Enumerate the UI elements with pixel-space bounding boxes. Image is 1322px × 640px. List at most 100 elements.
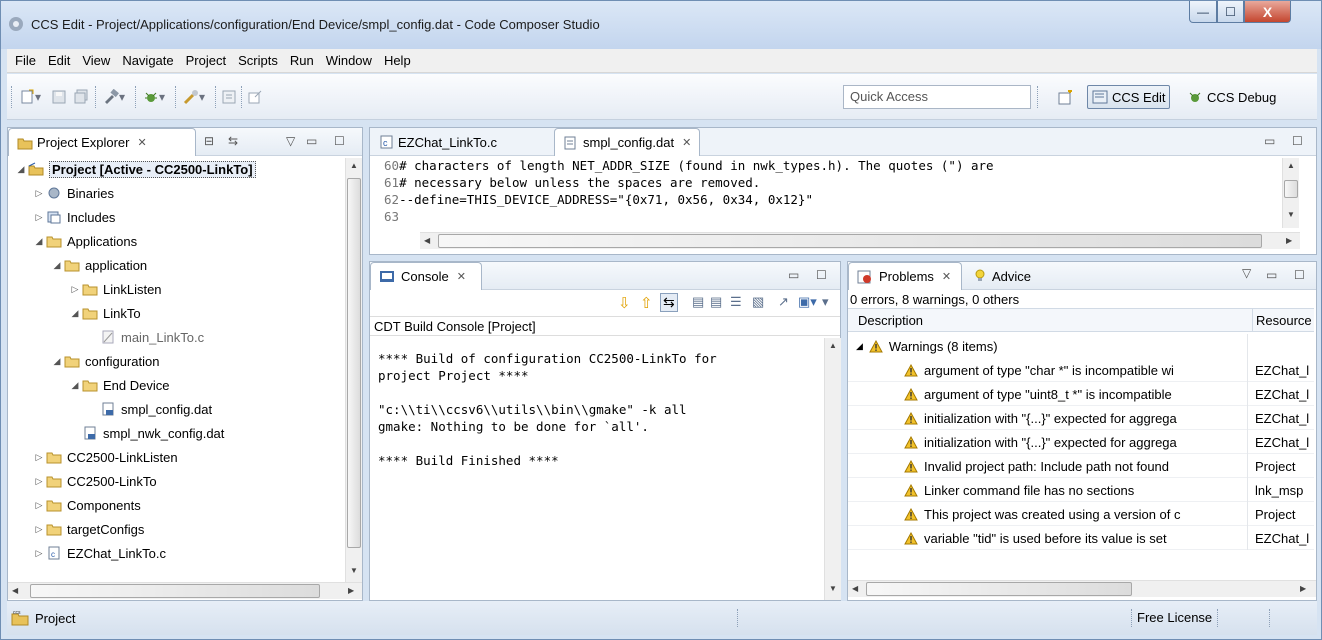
editor-horizontal-scrollbar[interactable]: ◀ ▶ <box>420 232 1300 249</box>
open-perspective-button[interactable] <box>1057 89 1073 107</box>
next-output-icon[interactable]: ⇩ <box>618 294 631 312</box>
scroll-right-icon[interactable]: ▶ <box>1300 584 1306 593</box>
collapsed-arrow-icon[interactable]: ▷ <box>32 500 46 511</box>
maximize-button[interactable]: ☐ <box>1217 1 1244 23</box>
expanded-arrow-icon[interactable]: ◢ <box>50 356 64 367</box>
problems-horizontal-scrollbar[interactable]: ◀ ▶ <box>848 580 1316 597</box>
scroll-right-icon[interactable]: ▶ <box>348 586 354 595</box>
maximize-view-icon[interactable]: ☐ <box>1292 134 1303 148</box>
console-output[interactable]: **** Build of configuration CC2500-LinkT… <box>378 350 717 469</box>
tree-item[interactable]: ◢ End Device <box>68 374 170 396</box>
tab-problems[interactable]: Problems ✕ <box>848 262 962 290</box>
scroll-thumb[interactable] <box>347 178 361 548</box>
maximize-view-icon[interactable]: ☐ <box>334 134 345 148</box>
code-line[interactable]: 61# necessary below unless the spaces ar… <box>384 175 760 190</box>
new-console-icon[interactable]: ▾ <box>822 294 829 310</box>
menu-help[interactable]: Help <box>378 53 417 68</box>
tree-item[interactable]: ◢ LinkTo <box>68 302 141 324</box>
menu-window[interactable]: Window <box>320 53 378 68</box>
tab-console[interactable]: Console ✕ <box>370 262 482 290</box>
tree-item[interactable]: ▷ LinkListen <box>68 278 162 300</box>
warnings-group-row[interactable]: ◢ Warnings (8 items) <box>848 334 1314 358</box>
scroll-up-icon[interactable]: ▲ <box>1287 161 1295 170</box>
menu-view[interactable]: View <box>76 53 116 68</box>
clear-console-icon[interactable]: ▧ <box>752 294 764 310</box>
open-build-log-icon[interactable]: ▤ <box>710 294 722 310</box>
perspective-ccs-debug[interactable]: CCS Debug <box>1187 85 1276 109</box>
close-tab-icon[interactable]: ✕ <box>137 136 146 149</box>
problem-row[interactable]: Linker command file has no sections lnk_m… <box>848 478 1314 502</box>
menu-navigate[interactable]: Navigate <box>116 53 179 68</box>
tree-item[interactable]: smpl_config.dat <box>86 398 212 420</box>
code-line[interactable]: 62--define=THIS_DEVICE_ADDRESS="{0x71, 0… <box>384 192 813 207</box>
display-console-icon[interactable]: ▣▾ <box>798 294 817 310</box>
minimize-view-icon[interactable]: ▭ <box>788 268 799 282</box>
view-menu-icon[interactable]: ▽ <box>1242 266 1251 280</box>
menu-edit[interactable]: Edit <box>42 53 76 68</box>
expanded-arrow-icon[interactable]: ◢ <box>32 236 46 247</box>
scroll-lock-icon[interactable]: ⇆ <box>660 293 678 312</box>
scroll-thumb[interactable] <box>1284 180 1298 198</box>
console-vertical-scrollbar[interactable]: ▲ ▼ <box>824 338 841 600</box>
minimize-button[interactable]: — <box>1189 1 1217 23</box>
scroll-up-icon[interactable]: ▲ <box>350 161 358 170</box>
explorer-vertical-scrollbar[interactable]: ▲ ▼ <box>345 158 362 582</box>
collapsed-arrow-icon[interactable]: ▷ <box>32 524 46 535</box>
problem-row[interactable]: This project was created using a version… <box>848 502 1314 526</box>
external-button[interactable] <box>247 88 263 106</box>
save-button[interactable] <box>51 88 67 106</box>
tree-item[interactable]: ▷ c EZChat_LinkTo.c <box>32 542 166 564</box>
scroll-left-icon[interactable]: ◀ <box>852 584 858 593</box>
problem-row[interactable]: argument of type "char *" is incompatibl… <box>848 358 1314 382</box>
tree-item[interactable]: ◢ application <box>50 254 148 276</box>
scroll-down-icon[interactable]: ▼ <box>829 584 837 593</box>
copy-build-log-icon[interactable]: ▤ <box>692 294 704 310</box>
column-description[interactable]: Description <box>858 313 923 328</box>
close-tab-icon[interactable]: ✕ <box>682 136 691 149</box>
problem-row[interactable]: Invalid project path: Include path not f… <box>848 454 1314 478</box>
tree-item[interactable]: ▷ CC2500-LinkListen <box>32 446 178 468</box>
tree-item[interactable]: main_LinkTo.c <box>86 326 204 348</box>
tree-item[interactable]: ▷ Includes <box>32 206 116 228</box>
explorer-horizontal-scrollbar[interactable]: ◀ ▶ <box>8 582 362 599</box>
scroll-down-icon[interactable]: ▼ <box>1287 210 1295 219</box>
tree-item[interactable]: ▷ Binaries <box>32 182 114 204</box>
tree-item[interactable]: ◢ Project [Active - CC2500-LinkTo] <box>14 158 256 180</box>
link-editor-icon[interactable]: ⇆ <box>228 134 238 148</box>
maximize-view-icon[interactable]: ☐ <box>816 268 827 282</box>
expanded-arrow-icon[interactable]: ◢ <box>68 308 82 319</box>
scroll-left-icon[interactable]: ◀ <box>424 236 430 245</box>
problem-row[interactable]: initialization with "{...}" expected for… <box>848 430 1314 454</box>
collapsed-arrow-icon[interactable]: ▷ <box>32 452 46 463</box>
status-license[interactable]: Free License <box>1137 610 1212 625</box>
tree-item[interactable]: ◢ configuration <box>50 350 160 372</box>
scroll-left-icon[interactable]: ◀ <box>12 586 18 595</box>
debug-button[interactable]: ▾ <box>143 88 165 106</box>
expanded-arrow-icon[interactable]: ◢ <box>50 260 64 271</box>
menu-run[interactable]: Run <box>284 53 320 68</box>
close-tab-icon[interactable]: ✕ <box>457 270 466 283</box>
editor-vertical-scrollbar[interactable]: ▲ ▼ <box>1282 158 1299 228</box>
expanded-arrow-icon[interactable]: ◢ <box>856 341 863 352</box>
menu-file[interactable]: File <box>9 53 42 68</box>
collapsed-arrow-icon[interactable]: ▷ <box>32 188 46 199</box>
pin-console-icon[interactable]: ↗ <box>778 294 789 310</box>
minimize-view-icon[interactable]: ▭ <box>306 134 317 148</box>
maximize-view-icon[interactable]: ☐ <box>1294 268 1305 282</box>
tab-project-explorer[interactable]: Project Explorer ✕ <box>8 128 196 156</box>
collapsed-arrow-icon[interactable]: ▷ <box>32 212 46 223</box>
tree-item[interactable]: ▷ CC2500-LinkTo <box>32 470 157 492</box>
collapsed-arrow-icon[interactable]: ▷ <box>68 284 82 295</box>
scroll-right-icon[interactable]: ▶ <box>1286 236 1292 245</box>
previous-output-icon[interactable]: ⇧ <box>640 294 653 312</box>
scroll-thumb[interactable] <box>866 582 1132 596</box>
problem-row[interactable]: variable "tid" is used before its value … <box>848 526 1314 550</box>
console-button[interactable] <box>221 88 237 106</box>
scroll-down-icon[interactable]: ▼ <box>350 566 358 575</box>
tab-ezchat-linkto[interactable]: c EZChat_LinkTo.c <box>372 128 505 156</box>
scroll-thumb[interactable] <box>438 234 1262 248</box>
expanded-arrow-icon[interactable]: ◢ <box>14 164 28 175</box>
close-tab-icon[interactable]: ✕ <box>942 270 951 283</box>
save-all-button[interactable] <box>73 88 89 106</box>
tree-item[interactable]: ▷ Components <box>32 494 141 516</box>
